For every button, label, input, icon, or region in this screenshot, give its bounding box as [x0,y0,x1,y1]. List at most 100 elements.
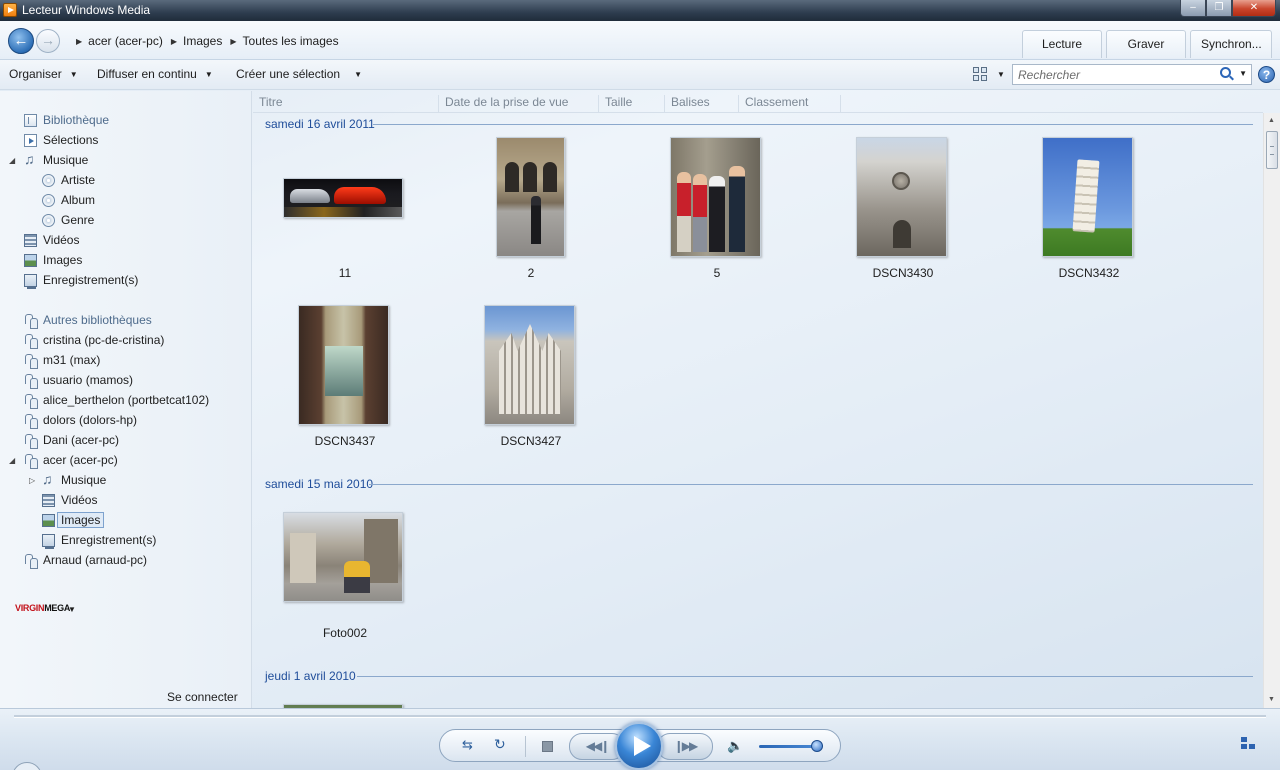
tab-burn[interactable]: Graver [1106,30,1186,58]
store-dropdown-icon[interactable]: ▼ [68,605,76,614]
virgin-mega-logo[interactable]: VIRGINMEGA [15,603,70,613]
column-title[interactable]: Titre [253,95,439,113]
scrollbar-thumb[interactable] [1266,131,1278,169]
sidebar-item-library-m31[interactable]: m31 (max) [24,351,100,369]
breadcrumb-arrow-icon[interactable]: ▶ [171,37,177,46]
tab-sync[interactable]: Synchron... [1190,30,1272,58]
sidebar-item-selections[interactable]: Sélections [24,131,98,149]
repeat-icon[interactable]: ↻ [494,736,506,753]
shared-library-icon [24,413,38,429]
column-headers: Titre Date de la prise de vue Taille Bal… [253,91,1263,113]
separator [525,736,526,757]
shared-library-icon [24,433,38,449]
sign-in-link[interactable]: Se connecter [167,690,238,704]
shared-library-icon [24,393,38,409]
breadcrumb-arrow-icon[interactable]: ▶ [76,37,82,46]
volume-slider-handle[interactable] [811,740,823,752]
sidebar-item-library-usuario[interactable]: usuario (mamos) [24,371,133,389]
genre-icon [42,213,55,227]
view-options-dropdown[interactable]: ▼ [997,70,1005,79]
maximize-button[interactable]: ❐ [1206,0,1232,17]
expand-arrow-icon[interactable]: ▷ [29,476,35,485]
image-thumbnail[interactable] [856,137,947,257]
sidebar-item-images[interactable]: Images [24,251,82,269]
breadcrumb-item-images[interactable]: Images [183,34,222,48]
player-controls: ⇆ ↻ ◀◀❙ ❙▶▶ 🔈 [0,708,1280,770]
forward-arrow-icon[interactable]: → [36,29,60,53]
group-divider [369,484,1253,485]
search-dropdown-icon[interactable]: ▼ [1239,69,1247,78]
image-thumbnail[interactable] [496,137,565,257]
sidebar-item-acer-videos[interactable]: Vidéos [42,491,97,509]
collapse-arrow-icon[interactable]: ◢ [9,156,15,165]
column-date-taken[interactable]: Date de la prise de vue [439,95,599,113]
switch-to-now-playing-icon[interactable] [1241,737,1259,751]
video-icon [42,493,55,507]
image-thumbnail[interactable] [283,512,403,602]
stop-icon[interactable] [542,741,553,752]
sidebar-item-acer-images[interactable]: Images [42,511,105,529]
sidebar-item-library-arnaud[interactable]: Arnaud (arnaud-pc) [24,551,147,569]
stream-menu[interactable]: Diffuser en continu ▼ [97,67,213,81]
tab-play[interactable]: Lecture [1022,30,1102,58]
create-playlist-menu[interactable]: Créer une sélection ▼ [236,67,362,81]
sidebar-item-artist[interactable]: Artiste [42,171,95,189]
vertical-scrollbar[interactable]: ▲ ▼ [1263,113,1280,708]
album-disc-icon [42,193,55,207]
play-icon[interactable] [615,722,663,770]
search-input[interactable]: Rechercher ▼ [1012,64,1252,85]
view-options-icon[interactable] [973,67,988,82]
close-button[interactable]: ✕ [1232,0,1276,17]
breadcrumb-item-acer[interactable]: acer (acer-pc) [88,34,163,48]
image-title: 5 [713,266,721,280]
breadcrumb-arrow-icon[interactable]: ▶ [230,37,236,46]
sidebar-item-genre[interactable]: Genre [42,211,94,229]
organize-menu[interactable]: Organiser ▼ [9,67,78,81]
sidebar-item-videos[interactable]: Vidéos [24,231,79,249]
seek-bar[interactable] [14,715,1266,718]
image-thumbnail[interactable] [670,137,761,257]
image-thumbnail[interactable] [484,305,575,425]
sidebar-item-music[interactable]: Musique [24,151,88,169]
sidebar-item-acer-music[interactable]: Musique [42,471,106,489]
group-header[interactable]: jeudi 1 avril 2010 [265,669,356,683]
back-arrow-icon[interactable]: ← [8,28,34,54]
group-header[interactable]: samedi 16 avril 2011 [265,117,375,131]
sidebar-item-library-acer[interactable]: acer (acer-pc) [24,451,118,469]
group-header[interactable]: samedi 15 mai 2010 [265,477,373,491]
breadcrumb: ▶ acer (acer-pc) ▶ Images ▶ Toutes les i… [76,34,347,48]
shared-library-icon [24,373,38,389]
image-icon [42,513,55,527]
help-icon[interactable]: ? [1258,66,1275,83]
column-tags[interactable]: Balises [665,95,739,113]
image-title: DSCN3427 [500,434,562,448]
shared-library-icon [24,353,38,369]
shuffle-icon[interactable]: ⇆ [462,737,473,753]
image-thumbnail[interactable] [1042,137,1133,257]
video-icon [24,233,37,247]
image-thumbnail[interactable] [298,305,389,425]
sidebar-item-acer-recordings[interactable]: Enregistrement(s) [42,531,156,549]
collapse-arrow-icon[interactable]: ◢ [9,456,15,465]
sidebar-item-other-libraries[interactable]: Autres bibliothèques [24,311,152,329]
sidebar-item-library-dani[interactable]: Dani (acer-pc) [24,431,119,449]
column-rating[interactable]: Classement [739,95,841,113]
sidebar-item-recordings[interactable]: Enregistrement(s) [24,271,138,289]
image-thumbnail[interactable] [283,178,403,218]
scroll-down-arrow-icon[interactable]: ▼ [1268,696,1275,703]
search-icon[interactable] [1220,67,1231,78]
group-divider [373,124,1253,125]
sidebar-item-album[interactable]: Album [42,191,95,209]
sidebar-item-library-dolors[interactable]: dolors (dolors-hp) [24,411,137,429]
recorded-tv-icon [24,273,37,289]
next-track-icon[interactable]: ❙▶▶ [657,733,713,760]
sidebar-item-library-cristina[interactable]: cristina (pc-de-cristina) [24,331,164,349]
column-size[interactable]: Taille [599,95,665,113]
speaker-volume-icon[interactable]: 🔈 [727,738,743,754]
scroll-up-arrow-icon[interactable]: ▲ [1268,117,1275,124]
sidebar-item-library[interactable]: Bibliothèque [24,111,109,129]
sidebar-item-library-alice[interactable]: alice_berthelon (portbetcat102) [24,391,209,409]
breadcrumb-item-all-images[interactable]: Toutes les images [243,34,339,48]
title-bar: Lecteur Windows Media – ❐ ✕ [0,0,1280,21]
minimize-button[interactable]: – [1180,0,1206,17]
